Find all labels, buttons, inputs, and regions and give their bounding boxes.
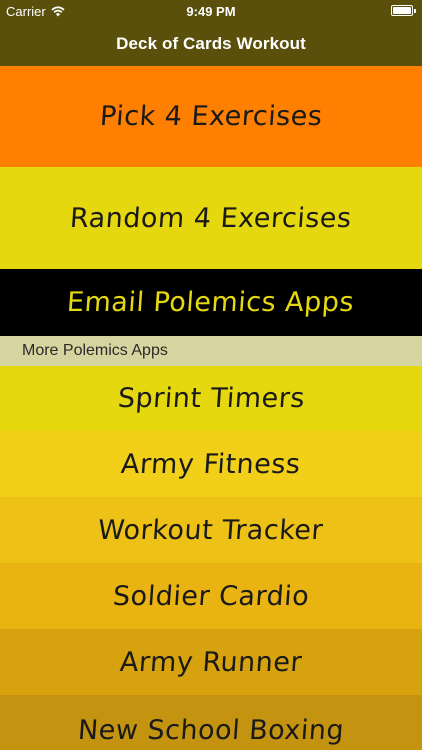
app-item-sprint-timers[interactable]: Sprint Timers: [0, 366, 422, 431]
email-polemics-apps-button[interactable]: Email Polemics Apps: [0, 269, 422, 336]
battery-fill: [393, 7, 411, 14]
pick-exercises-label: Pick 4 Exercises: [98, 101, 324, 132]
army-fitness-label: Army Fitness: [120, 448, 302, 480]
battery-tip: [414, 8, 416, 13]
email-polemics-apps-label: Email Polemics Apps: [66, 287, 356, 318]
random-exercises-button[interactable]: Random 4 Exercises: [0, 167, 422, 269]
app-item-army-runner[interactable]: Army Runner: [0, 629, 422, 695]
nav-title: Deck of Cards Workout: [116, 34, 306, 53]
app-screen: Carrier 9:49 PM Deck of Cards Workout Pi…: [0, 0, 422, 750]
random-exercises-label: Random 4 Exercises: [69, 202, 353, 234]
section-header-more-apps: More Polemics Apps: [0, 336, 422, 366]
app-item-soldier-cardio[interactable]: Soldier Cardio: [0, 563, 422, 629]
new-school-boxing-label: New School Boxing: [76, 715, 346, 746]
app-item-army-fitness[interactable]: Army Fitness: [0, 431, 422, 497]
navigation-bar: Deck of Cards Workout: [0, 22, 422, 66]
app-item-new-school-boxing[interactable]: New School Boxing: [0, 695, 422, 750]
status-time: 9:49 PM: [186, 4, 236, 19]
status-bar: Carrier 9:49 PM: [0, 0, 422, 22]
sprint-timers-label: Sprint Timers: [116, 383, 306, 414]
soldier-cardio-label: Soldier Cardio: [111, 580, 311, 612]
battery-icon: [391, 5, 416, 16]
army-runner-label: Army Runner: [118, 646, 304, 678]
app-item-workout-tracker[interactable]: Workout Tracker: [0, 497, 422, 563]
pick-exercises-button[interactable]: Pick 4 Exercises: [0, 66, 422, 167]
workout-tracker-label: Workout Tracker: [97, 514, 325, 546]
section-header-label: More Polemics Apps: [22, 342, 168, 359]
battery-body: [391, 5, 413, 16]
